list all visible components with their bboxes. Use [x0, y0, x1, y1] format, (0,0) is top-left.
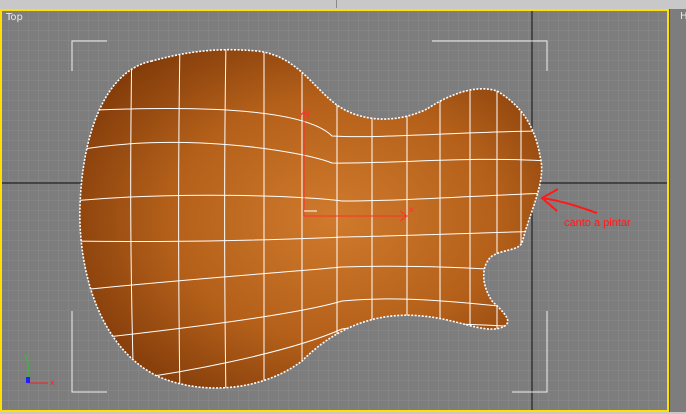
viewport-label[interactable]: Top [6, 12, 23, 23]
tripod-x-label: x [50, 378, 55, 387]
top-toolbar-strip [0, 0, 686, 9]
annotation-text: canto a pintar [564, 217, 631, 229]
side-viewport[interactable]: H [669, 9, 686, 414]
gizmo-y-label: y [306, 107, 311, 116]
viewport-canvas[interactable]: x y x y [2, 11, 667, 410]
side-viewport-label[interactable]: H [680, 11, 686, 22]
top-viewport[interactable]: Top x y x y canto a pintar [0, 9, 669, 412]
gizmo-x-label: x [409, 205, 414, 214]
tripod-y-label: y [24, 352, 29, 361]
toolbar-segment [0, 0, 337, 8]
